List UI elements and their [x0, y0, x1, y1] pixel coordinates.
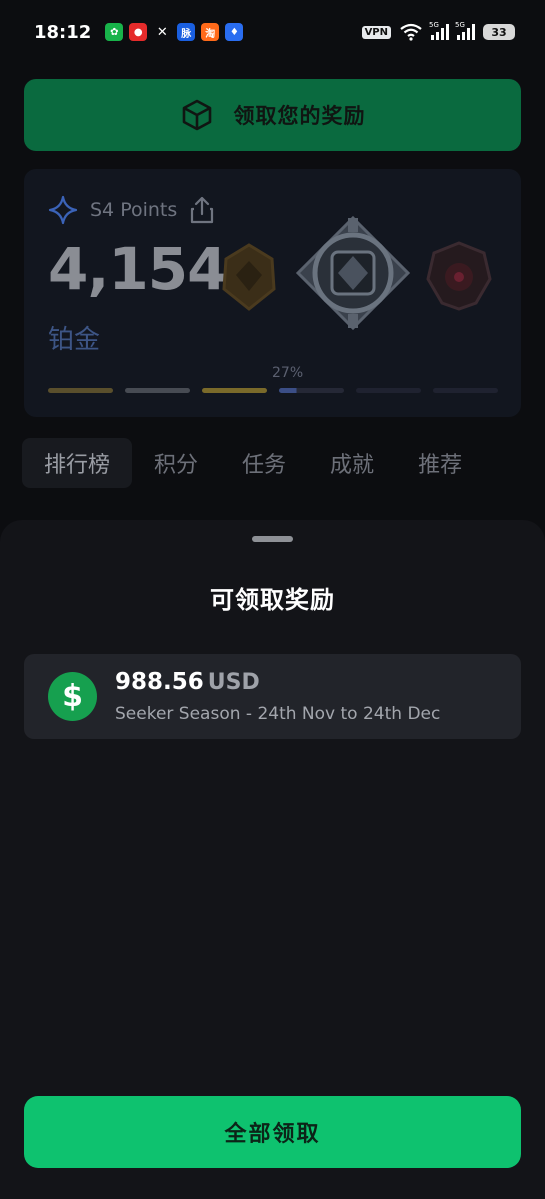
reward-description: Seeker Season - 24th Nov to 24th Dec — [115, 704, 441, 724]
sheet-drag-handle[interactable] — [252, 536, 293, 542]
notification-icons: ✿ ● ✕ 脉 淘 ♦ — [105, 23, 244, 41]
status-bar: 18:12 ✿ ● ✕ 脉 淘 ♦ VPN 5G 5G 33 — [0, 0, 545, 64]
reward-amount-line: 988.56 USD — [115, 669, 260, 695]
wechat-icon: ✿ — [105, 23, 124, 41]
app-red-icon: ● — [129, 23, 148, 41]
sparkle-icon — [48, 195, 78, 225]
tab-points[interactable]: 积分 — [132, 438, 220, 488]
reward-amount: 988.56 — [115, 669, 204, 695]
signal-icon: 5G — [455, 21, 475, 40]
progress-percent: 27% — [272, 365, 304, 381]
claim-all-button[interactable]: 全部领取 — [24, 1096, 521, 1168]
taobao-icon: 淘 — [201, 23, 220, 41]
points-label: S4 Points — [90, 199, 178, 221]
x-icon: ✕ — [156, 24, 168, 40]
tab-referrals[interactable]: 推荐 — [396, 438, 484, 488]
tier-name: 铂金 — [48, 325, 101, 355]
reward-currency: USD — [207, 670, 260, 695]
tier-progress-bars — [48, 388, 498, 393]
signal-icon: 5G — [429, 21, 449, 40]
gold-badge-icon — [222, 243, 276, 311]
reward-item[interactable]: $ 988.56 USD Seeker Season - 24th Nov to … — [24, 654, 521, 739]
clock: 18:12 — [34, 21, 92, 43]
platinum-badge-icon — [295, 215, 411, 331]
box-icon — [182, 99, 211, 131]
claim-rewards-banner[interactable]: 领取您的奖励 — [24, 79, 521, 151]
locked-badge-icon — [426, 241, 492, 311]
points-card: S4 Points 4,154 铂金 27% — [24, 169, 521, 417]
share-icon[interactable] — [189, 196, 215, 224]
claimable-rewards-sheet: 可领取奖励 $ 988.56 USD Seeker Season - 24th N… — [0, 520, 545, 1199]
claim-banner-label: 领取您的奖励 — [233, 104, 366, 128]
tab-tasks[interactable]: 任务 — [220, 438, 308, 488]
tab-leaderboard[interactable]: 排行榜 — [22, 438, 133, 488]
maimai-icon: 脉 — [177, 23, 196, 41]
battery-icon: 33 — [483, 24, 515, 40]
wifi-icon — [400, 23, 422, 41]
dollar-icon: $ — [48, 672, 97, 721]
vpn-badge: VPN — [361, 25, 391, 39]
points-value: 4,154 — [48, 235, 227, 303]
rewards-page-background: 领取您的奖励 S4 Points 4,154 铂金 27% 排行榜 积分 任务 … — [0, 64, 545, 520]
baidu-icon: ♦ — [225, 23, 244, 41]
sheet-title: 可领取奖励 — [210, 586, 335, 614]
tab-achievements[interactable]: 成就 — [308, 438, 396, 488]
current-tier-progress — [279, 388, 344, 393]
tab-bar: 排行榜 积分 任务 成就 推荐 — [22, 437, 545, 489]
